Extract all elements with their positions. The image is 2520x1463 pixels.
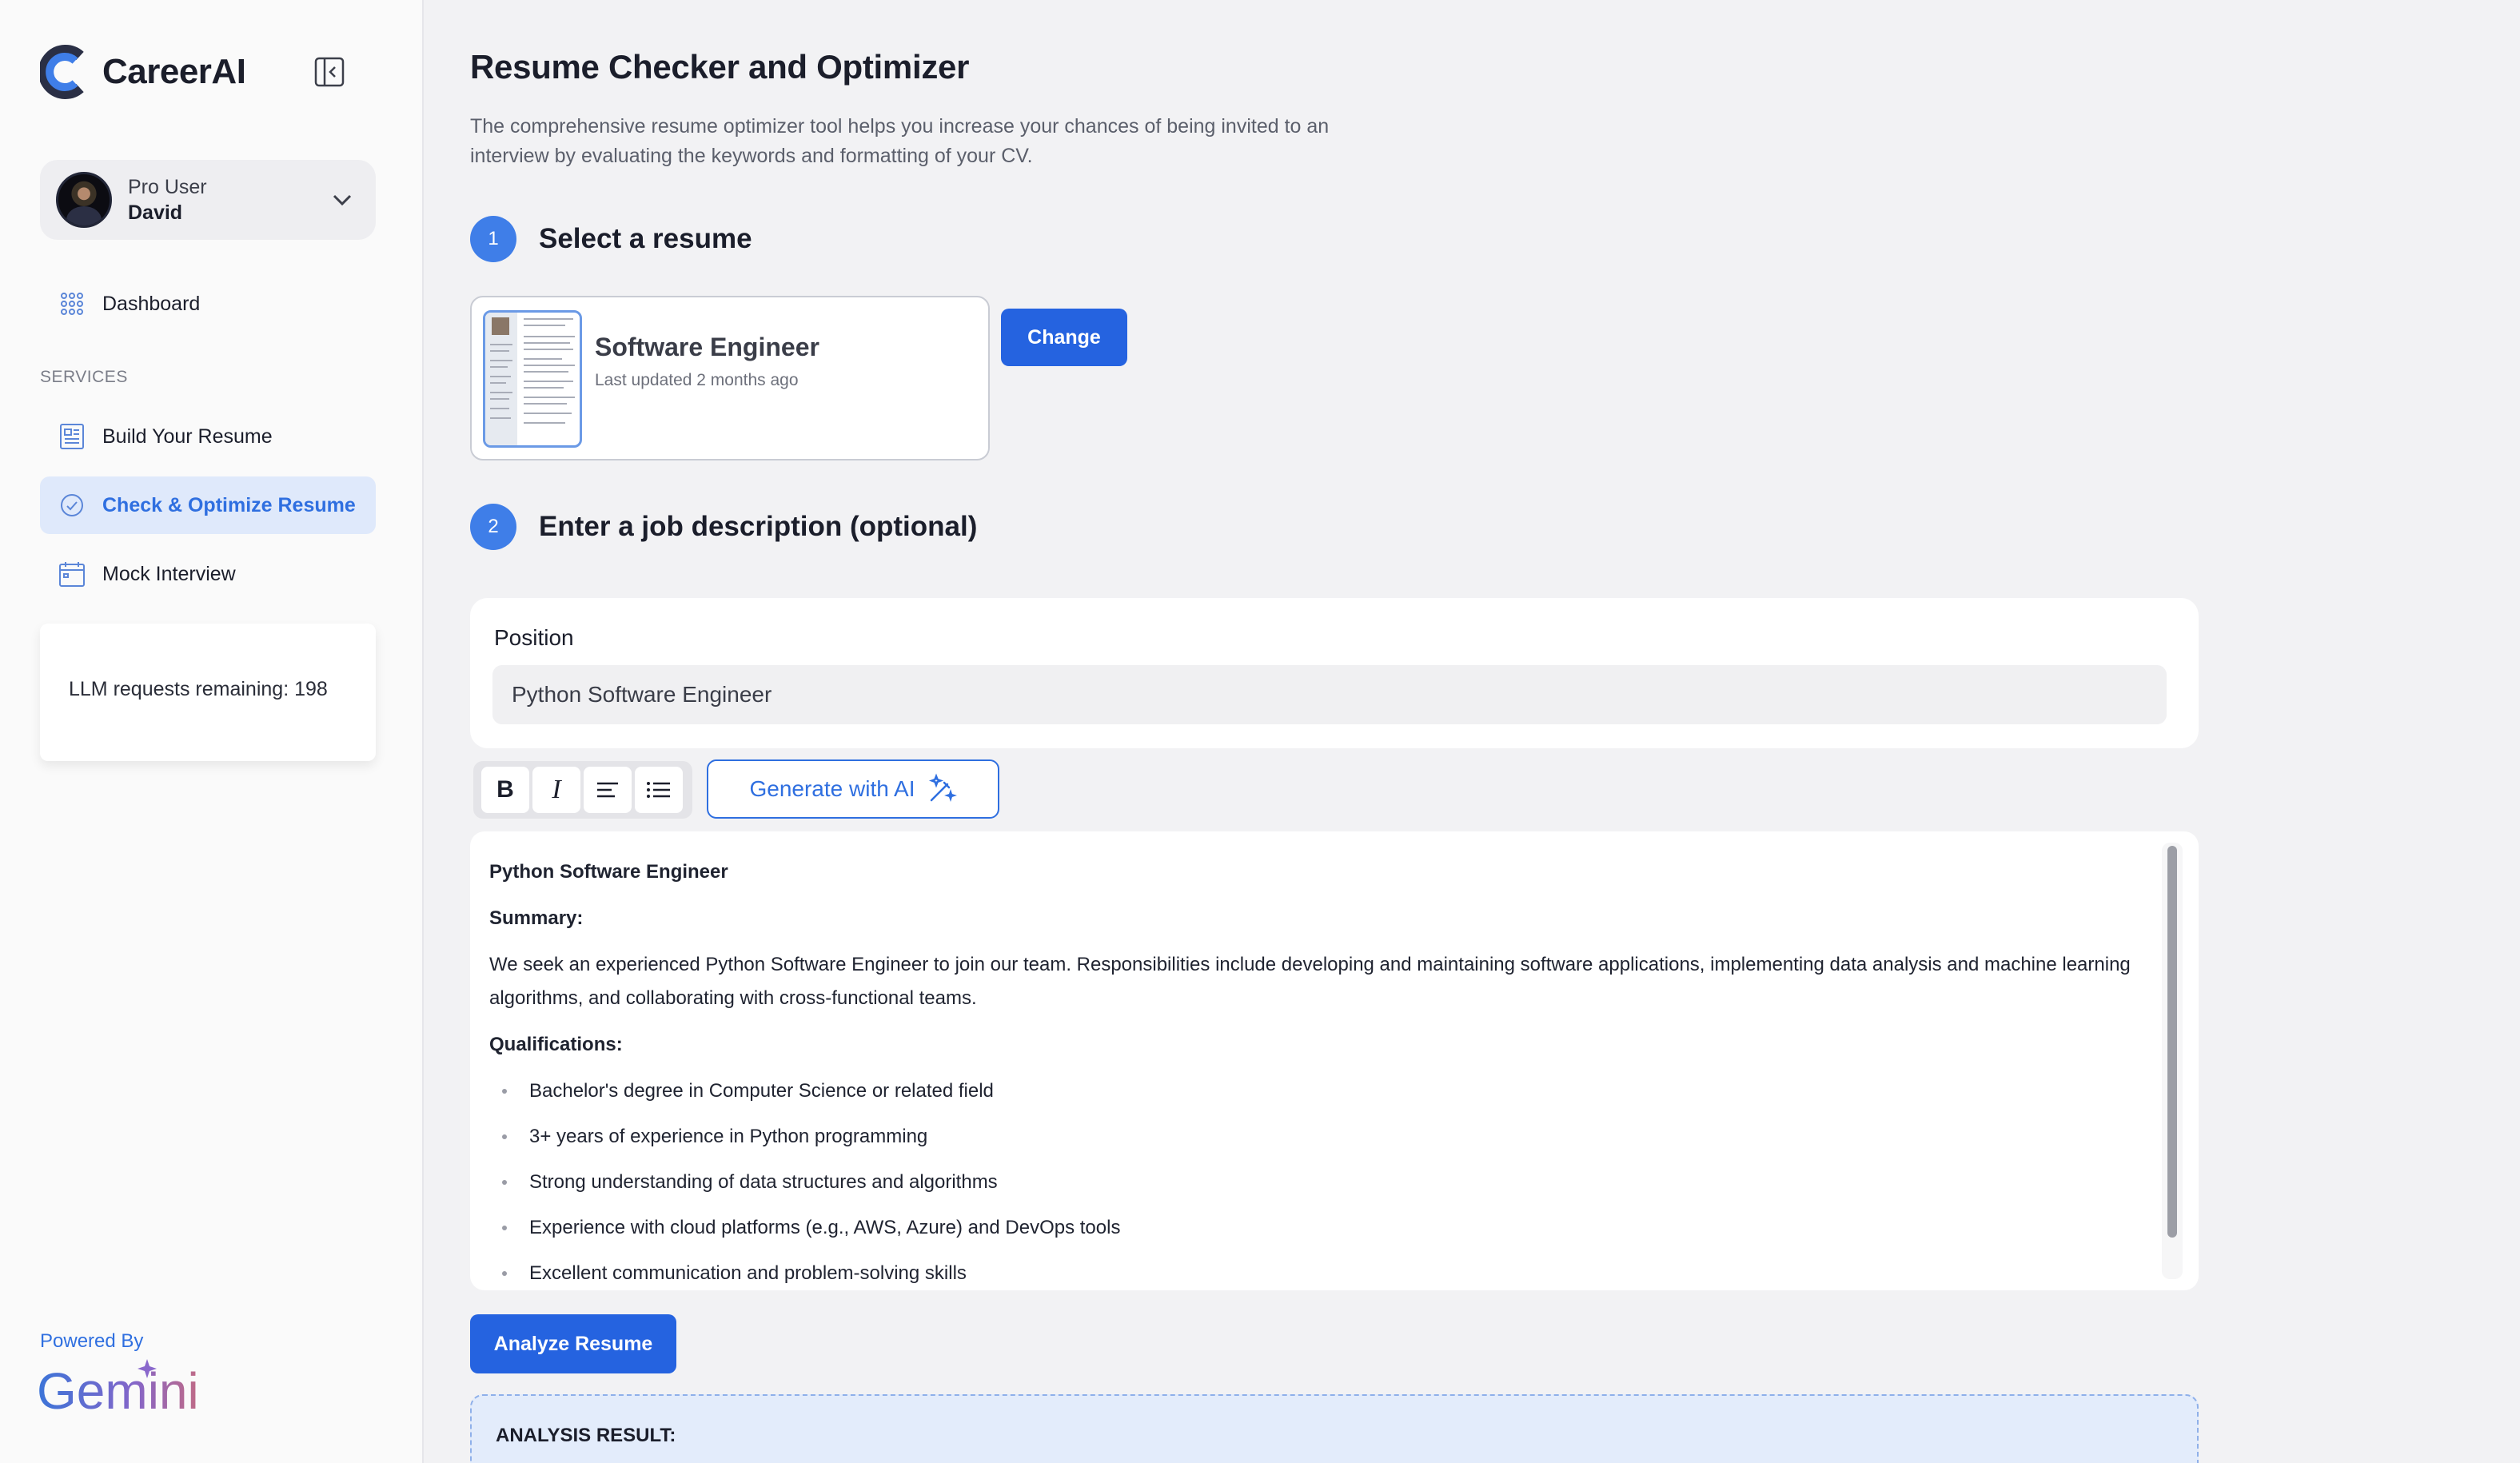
chevron-down-icon[interactable] xyxy=(329,187,355,213)
scrollbar-thumb[interactable] xyxy=(2167,846,2177,1238)
italic-button[interactable]: I xyxy=(532,767,580,813)
sidebar-item-label: Build Your Resume xyxy=(102,425,273,448)
generate-with-ai-button[interactable]: Generate with AI xyxy=(707,759,999,819)
editor-scrollbar[interactable] xyxy=(2162,843,2183,1279)
resume-thumbnail xyxy=(483,310,582,448)
user-name: David xyxy=(128,201,183,224)
avatar xyxy=(56,172,112,228)
user-switcher[interactable]: Pro User David xyxy=(40,160,376,240)
user-role: Pro User xyxy=(128,176,207,198)
analysis-result-panel: ANALYSIS RESULT: xyxy=(470,1394,2199,1463)
qualifications-heading: Qualifications: xyxy=(489,1034,623,1055)
analyze-resume-button[interactable]: Analyze Resume xyxy=(470,1314,676,1373)
editor-heading: Python Software Engineer xyxy=(489,861,728,883)
brand-name: CareerAI xyxy=(102,52,246,91)
summary-heading: Summary: xyxy=(489,907,584,929)
step-job-description: 2 Enter a job description (optional) xyxy=(470,504,977,550)
change-resume-button[interactable]: Change xyxy=(1001,309,1127,366)
sidebar-item-label: Mock Interview xyxy=(102,562,236,585)
magic-wand-icon xyxy=(928,773,957,802)
sidebar-item-label: Dashboard xyxy=(102,292,201,315)
quota-card: LLM requests remaining: 198 xyxy=(40,624,376,761)
page-title: Resume Checker and Optimizer xyxy=(470,48,970,86)
resume-card[interactable]: Software Engineer Last updated 2 months … xyxy=(470,296,990,460)
list-item: Strong understanding of data structures … xyxy=(489,1166,2136,1199)
editor-toolbar: B I xyxy=(473,761,692,819)
resume-title: Software Engineer xyxy=(595,333,819,361)
collapse-sidebar-icon[interactable] xyxy=(313,56,345,88)
step-title: Select a resume xyxy=(539,223,752,254)
list-item: Excellent communication and problem-solv… xyxy=(489,1257,2136,1290)
step-title: Enter a job description (optional) xyxy=(539,511,978,542)
generate-label: Generate with AI xyxy=(749,776,915,801)
list-item: Bachelor's degree in Computer Science or… xyxy=(489,1074,2136,1108)
sidebar-item-label: Check & Optimize Resume xyxy=(102,493,356,516)
list-item: 3+ years of experience in Python program… xyxy=(489,1120,2136,1154)
bullet-list-button[interactable] xyxy=(635,767,683,813)
editor-content[interactable]: Python Software Engineer Summary: We see… xyxy=(489,855,2136,1290)
document-icon xyxy=(60,424,84,449)
quota-text: LLM requests remaining: 198 xyxy=(69,678,328,700)
sidebar-item-build-resume[interactable]: Build Your Resume xyxy=(40,408,376,465)
page-description: The comprehensive resume optimizer tool … xyxy=(470,115,1330,167)
summary-text: We seek an experienced Python Software E… xyxy=(489,954,2131,1009)
bullet-list-icon xyxy=(647,782,670,798)
bold-button[interactable]: B xyxy=(481,767,529,813)
position-input[interactable]: Python Software Engineer xyxy=(492,665,2167,724)
gemini-logo-icon: Gemini xyxy=(37,1359,199,1418)
step-number: 1 xyxy=(470,216,516,262)
brand[interactable]: CareerAI xyxy=(40,43,246,101)
powered-by-label: Powered By xyxy=(40,1330,144,1352)
sidebar-item-mock-interview[interactable]: Mock Interview xyxy=(40,545,376,603)
sidebar-item-dashboard[interactable]: Dashboard xyxy=(40,275,376,333)
resume-updated: Last updated 2 months ago xyxy=(595,371,799,389)
sidebar-item-check-optimize[interactable]: Check & Optimize Resume xyxy=(40,476,376,534)
align-left-icon xyxy=(597,782,618,798)
job-description-editor[interactable]: Python Software Engineer Summary: We see… xyxy=(470,831,2199,1290)
section-label-services: SERVICES xyxy=(40,368,128,386)
grid-icon xyxy=(61,293,83,315)
check-circle-icon xyxy=(61,494,83,516)
analysis-result-label: ANALYSIS RESULT: xyxy=(496,1425,676,1446)
qualifications-list: Bachelor's degree in Computer Science or… xyxy=(489,1074,2136,1290)
calendar-icon xyxy=(59,562,85,587)
step-number: 2 xyxy=(470,504,516,550)
position-label: Position xyxy=(494,625,574,650)
align-left-button[interactable] xyxy=(584,767,632,813)
svg-text:Gemini: Gemini xyxy=(37,1362,199,1418)
step-select-resume: 1 Select a resume xyxy=(470,216,752,262)
list-item: Experience with cloud platforms (e.g., A… xyxy=(489,1211,2136,1245)
careerai-logo-icon xyxy=(40,45,84,99)
sidebar: CareerAI Pro User David Dashboard SERVIC… xyxy=(0,0,424,1463)
position-card: Position Python Software Engineer xyxy=(470,598,2199,748)
